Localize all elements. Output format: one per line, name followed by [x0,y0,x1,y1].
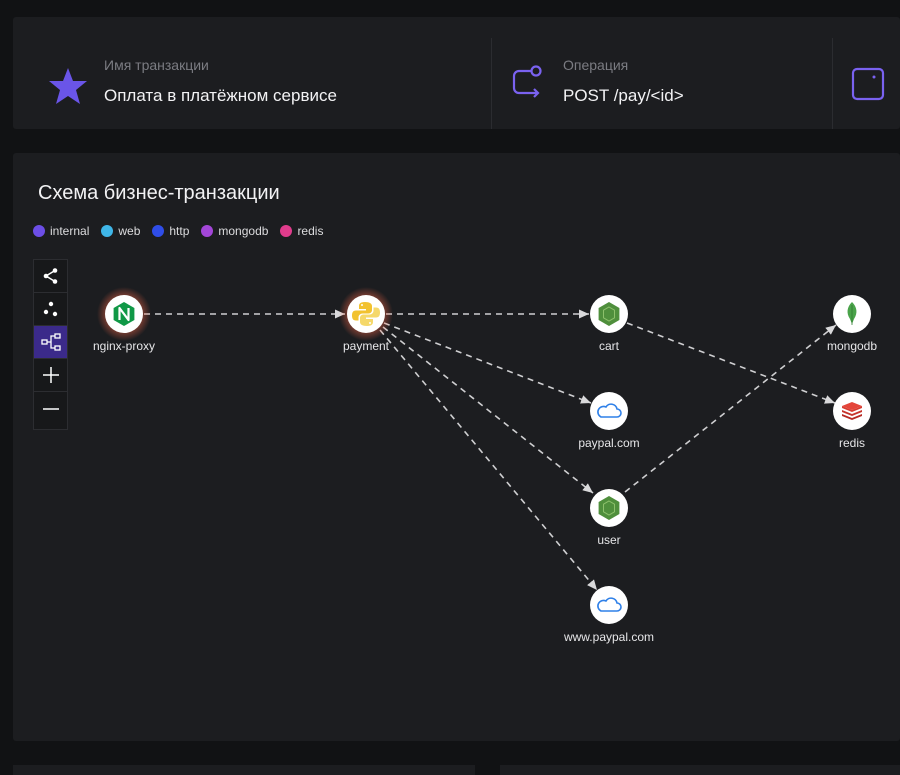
square-icon [851,67,885,101]
node-label: nginx-proxy [93,339,155,353]
business-transaction-diagram-card: Схема бизнес-транзакции internal web htt… [13,153,900,741]
node-label: redis [839,436,865,450]
bottom-card [13,765,475,775]
edge-cart-redis [626,322,836,404]
node-user[interactable]: user [590,489,628,547]
node-label: www.paypal.com [563,630,654,644]
route-icon [512,65,542,98]
bottom-card [500,765,900,775]
transaction-name-value: Оплата в платёжном сервисе [104,86,337,105]
graph-edges [144,309,837,591]
node-nginx-proxy[interactable]: nginx-proxy [93,287,155,353]
node-cart[interactable]: cart [590,295,628,353]
edge-payment-paypal [383,322,592,404]
node-www-paypal[interactable]: www.paypal.com [563,586,654,644]
node-label: cart [599,339,620,353]
node-paypal[interactable]: paypal.com [578,392,640,450]
node-label: user [597,533,620,547]
operation-cell: Операция POST /pay/<id> [492,17,832,129]
node-mongodb[interactable]: mongodb [827,295,877,353]
operation-value: POST /pay/<id> [563,86,684,105]
transaction-graph: nginx-proxy payment cart paypal.com user… [93,287,877,644]
third-info-cell [833,17,900,129]
node-redis[interactable]: redis [833,392,871,450]
node-payment[interactable]: payment [339,287,393,353]
star-icon [49,68,87,104]
edge-payment-wwwpaypal [379,329,598,591]
node-label: payment [343,339,390,353]
node-label: mongodb [827,339,877,353]
transaction-name-cell: Имя транзакции Оплата в платёжном сервис… [13,17,491,129]
edge-user-mongodb [624,324,837,493]
operation-label: Операция [563,57,629,73]
transaction-info-card: Имя транзакции Оплата в платёжном сервис… [13,17,900,129]
node-label: paypal.com [578,436,639,450]
transaction-name-label: Имя транзакции [104,57,209,73]
edge-payment-user [382,326,594,494]
